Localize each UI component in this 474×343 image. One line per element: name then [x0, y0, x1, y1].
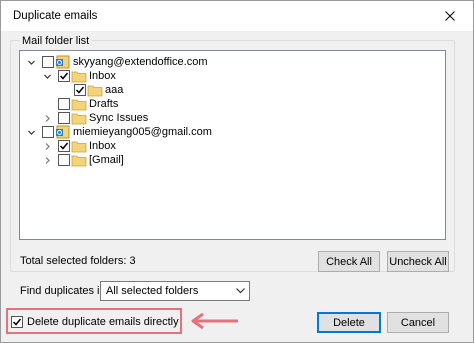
mail-folder-legend: Mail folder list: [20, 35, 92, 47]
chevron-down-icon: [236, 288, 245, 294]
expanded-chevron-icon[interactable]: [27, 128, 36, 137]
collapsed-chevron-icon[interactable]: [43, 114, 52, 123]
tree-node-account-2[interactable]: miemieyang005@gmail.com: [20, 125, 440, 140]
checkmark-icon: [75, 86, 85, 94]
delete-directly-checkbox[interactable]: [11, 316, 23, 328]
expanded-chevron-icon[interactable]: [27, 58, 36, 67]
tree-node-label: [Gmail]: [89, 154, 124, 166]
delete-button[interactable]: Delete: [317, 312, 381, 333]
tree-node-label: Sync Issues: [89, 112, 149, 124]
checkmark-icon: [59, 142, 69, 150]
tree-checkbox[interactable]: [42, 126, 54, 138]
tree-checkbox[interactable]: [58, 112, 70, 124]
window-title: Duplicate emails: [13, 10, 98, 22]
expanded-chevron-icon[interactable]: [43, 72, 52, 81]
select-value: All selected folders: [106, 285, 199, 297]
folder-icon: [71, 139, 87, 153]
tree-node-label: Inbox: [89, 70, 116, 82]
title-bar: Duplicate emails: [1, 1, 473, 31]
find-duplicates-label: Find duplicates in:: [20, 285, 109, 297]
tree-checkbox[interactable]: [58, 70, 70, 82]
tree-checkbox[interactable]: [74, 84, 86, 96]
folder-tree[interactable]: skyyang@extendoffice.com Inbox aaa Draft…: [19, 50, 446, 240]
annotation-arrow-icon: [191, 313, 238, 329]
folder-icon: [71, 69, 87, 83]
tree-node-label: skyyang@extendoffice.com: [73, 56, 208, 68]
tree-checkbox[interactable]: [58, 154, 70, 166]
tree-node-sync-issues[interactable]: Sync Issues: [20, 112, 440, 126]
tree-node-aaa[interactable]: aaa: [20, 84, 440, 98]
delete-directly-label: Delete duplicate emails directly: [27, 316, 179, 328]
tree-node-gmail[interactable]: [Gmail]: [20, 154, 440, 168]
folder-icon: [71, 97, 87, 111]
find-duplicates-select[interactable]: All selected folders: [100, 281, 250, 301]
folder-icon: [71, 153, 87, 167]
mail-account-icon: [55, 125, 71, 139]
tree-node-label: aaa: [105, 84, 124, 96]
total-selected-label: Total selected folders: 3: [20, 255, 136, 267]
close-button[interactable]: [435, 4, 465, 28]
total-selected-text: Total selected folders:: [20, 255, 127, 267]
tree-node-inbox-1[interactable]: Inbox: [20, 70, 440, 84]
mail-account-icon: [55, 55, 71, 69]
tree-checkbox[interactable]: [58, 140, 70, 152]
tree-node-drafts[interactable]: Drafts: [20, 98, 440, 112]
checkmark-icon: [12, 318, 22, 326]
uncheck-all-button[interactable]: Uncheck All: [387, 251, 449, 272]
tree-node-label: miemieyang005@gmail.com: [73, 126, 212, 138]
tree-checkbox[interactable]: [58, 98, 70, 110]
checkmark-icon: [59, 72, 69, 80]
collapsed-chevron-icon[interactable]: [43, 142, 52, 151]
cancel-button[interactable]: Cancel: [387, 312, 449, 333]
folder-icon: [87, 83, 103, 97]
tree-node-inbox-2[interactable]: Inbox: [20, 140, 440, 154]
close-icon: [445, 11, 455, 21]
collapsed-chevron-icon[interactable]: [43, 156, 52, 165]
tree-node-label: Inbox: [89, 140, 116, 152]
folder-icon: [71, 111, 87, 125]
tree-checkbox[interactable]: [42, 56, 54, 68]
check-all-button[interactable]: Check All: [318, 251, 380, 272]
tree-node-account-1[interactable]: skyyang@extendoffice.com: [20, 55, 440, 70]
total-selected-count: 3: [129, 255, 136, 267]
tree-node-label: Drafts: [89, 98, 119, 110]
